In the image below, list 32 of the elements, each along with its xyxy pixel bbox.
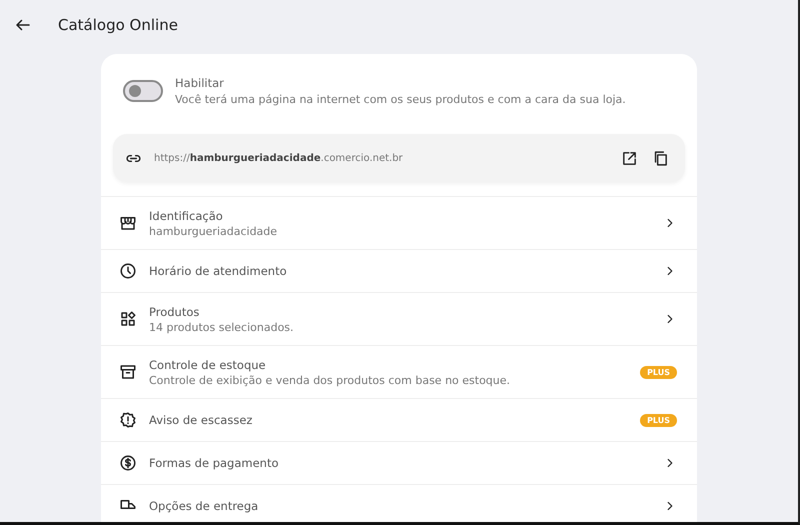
settings-row[interactable]: Formas de pagamento — [101, 442, 697, 484]
row-title: Opções de entrega — [149, 499, 260, 513]
row-title: Horário de atendimento — [149, 264, 288, 278]
page-title: Catálogo Online — [58, 16, 178, 34]
row-title: Identificação — [149, 208, 224, 222]
clock-icon — [119, 262, 137, 280]
grid-shapes-icon — [119, 310, 137, 328]
store-url[interactable]: https://hamburgueriadacidade.comercio.net.br — [154, 152, 609, 164]
warning-badge-icon — [119, 411, 137, 429]
settings-row[interactable]: Opções de entrega — [101, 485, 697, 522]
dollar-coin-icon — [119, 454, 137, 472]
row-title: Controle de estoque — [149, 358, 267, 372]
row-title: Formas de pagamento — [149, 456, 280, 470]
settings-row[interactable]: Produtos 14 produtos selecionados. — [101, 293, 697, 345]
row-title: Aviso de escassez — [149, 413, 254, 427]
row-subtitle: 14 produtos selecionados. — [149, 320, 295, 334]
plus-badge: PLUS — [640, 414, 677, 426]
storefront-icon — [119, 214, 137, 232]
copy-icon[interactable] — [652, 150, 669, 166]
row-title: Produtos — [149, 304, 200, 318]
settings-row[interactable]: Horário de atendimento — [101, 250, 697, 292]
settings-row[interactable]: Controle de estoque Controle de exibição e venda dos produtos com base no estoque. PLUS — [101, 346, 697, 398]
enable-toggle[interactable] — [123, 80, 163, 102]
plus-badge: PLUS — [640, 366, 677, 378]
open-external-icon[interactable] — [621, 150, 638, 166]
row-subtitle: Controle de exibição e venda dos produtos com base no estoque. — [149, 374, 512, 386]
archive-box-icon — [119, 363, 137, 381]
enable-description: Você terá uma página na internet com os seus produtos e com a cara da sua loja. — [175, 93, 626, 106]
row-subtitle: hamburgueriadacidade — [149, 224, 278, 238]
enable-label: Habilitar — [175, 76, 225, 90]
settings-row[interactable]: Identificação hamburgueriadacidade — [101, 197, 697, 249]
settings-row[interactable]: Aviso de escassez PLUS — [101, 399, 697, 441]
